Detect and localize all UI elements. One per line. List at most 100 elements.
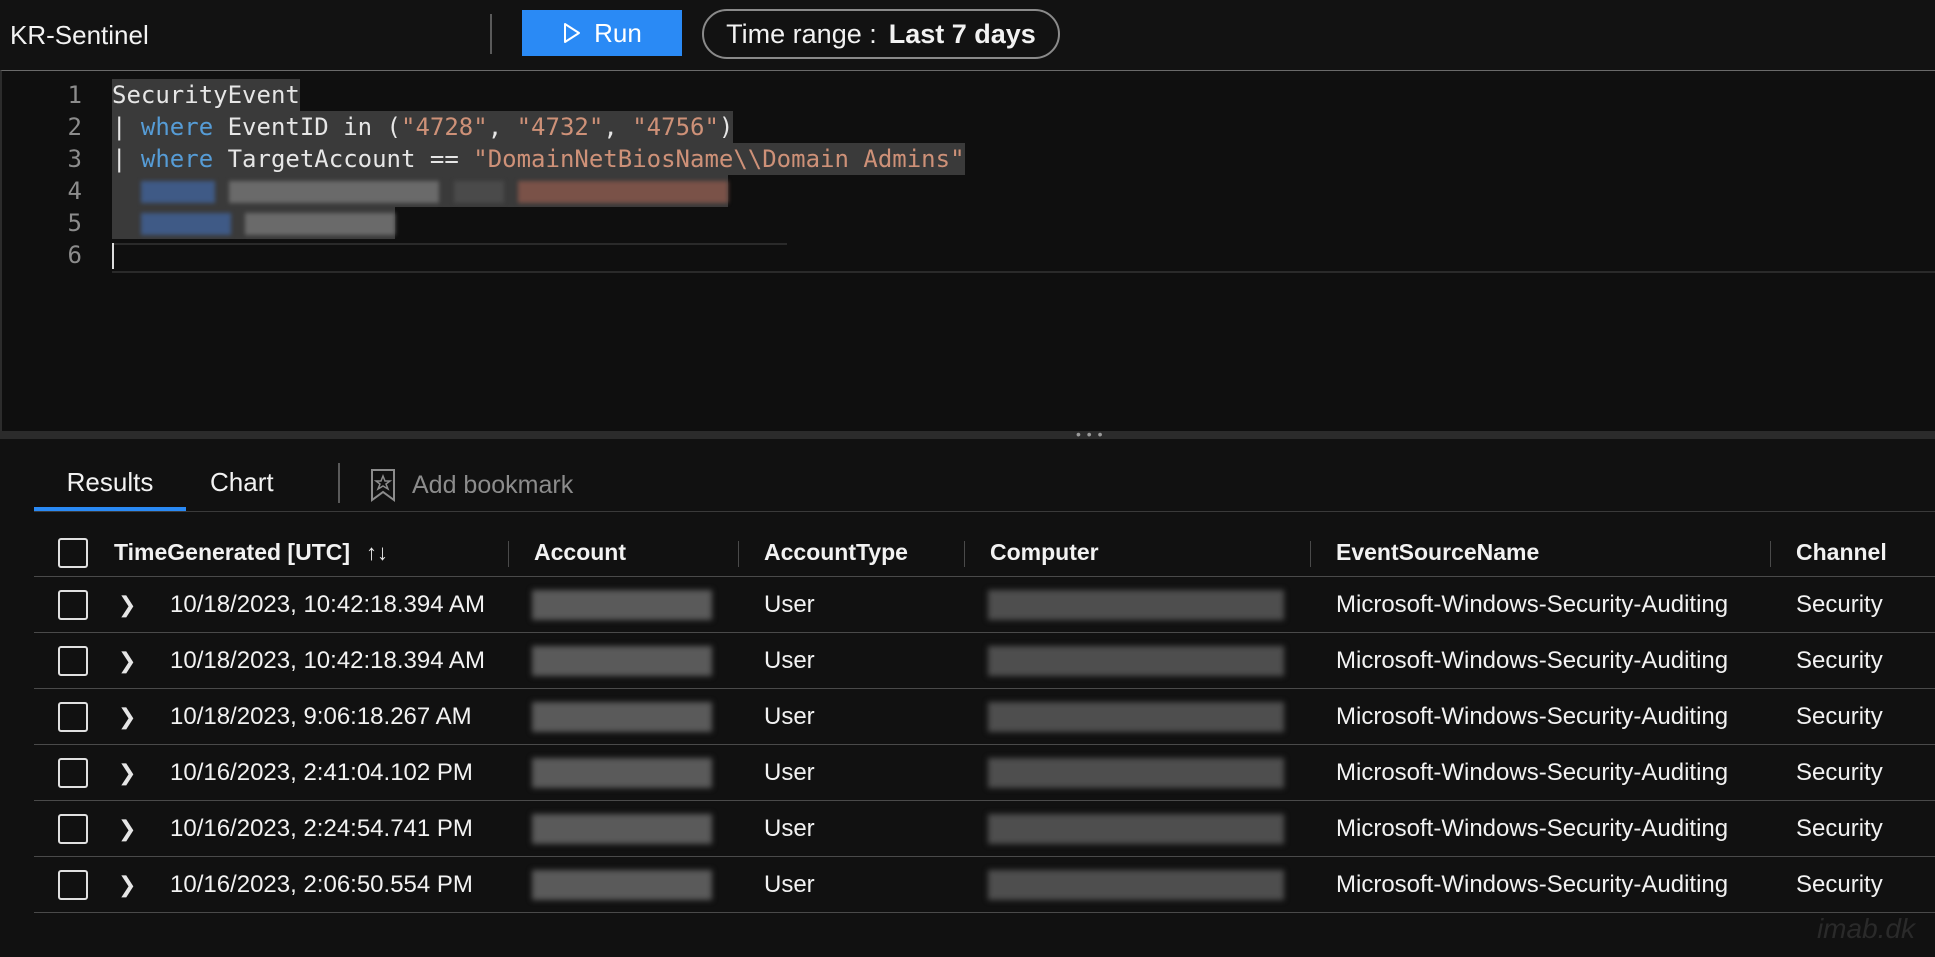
chevron-right-icon[interactable]: ❯ <box>118 872 136 898</box>
cell-computer-redacted[interactable] <box>988 801 1284 856</box>
sort-icon[interactable]: ↑↓ <box>366 540 388 566</box>
cell-eventsourcename[interactable]: Microsoft-Windows-Security-Auditing <box>1336 801 1728 856</box>
row-checkbox-cell[interactable] <box>58 857 88 912</box>
row-checkbox[interactable] <box>58 701 88 732</box>
row-checkbox-cell[interactable] <box>58 745 88 800</box>
cell-timegenerated[interactable]: 10/16/2023, 2:24:54.741 PM <box>170 801 473 856</box>
column-header-accounttype[interactable]: AccountType <box>764 529 908 576</box>
column-divider[interactable] <box>964 541 965 567</box>
code-line-redacted[interactable]: 5 <box>2 207 1935 239</box>
tab-results[interactable]: Results <box>34 459 186 511</box>
expand-row-cell[interactable]: ❯ <box>118 689 136 744</box>
cell-eventsourcename[interactable]: Microsoft-Windows-Security-Auditing <box>1336 577 1728 632</box>
cell-computer-redacted[interactable] <box>988 633 1284 688</box>
chevron-right-icon[interactable]: ❯ <box>118 760 136 786</box>
cell-channel[interactable]: Security <box>1796 633 1883 688</box>
add-bookmark-button[interactable]: Add bookmark <box>368 463 573 507</box>
cell-account-redacted[interactable] <box>532 689 712 744</box>
code-line-redacted[interactable]: 4 <box>2 175 1935 207</box>
row-checkbox-cell[interactable] <box>58 801 88 856</box>
column-header-timegenerated[interactable]: TimeGenerated [UTC] ↑↓ <box>114 529 388 576</box>
table-row[interactable]: ❯ 10/16/2023, 2:06:50.554 PM User Micros… <box>34 857 1935 913</box>
chevron-right-icon[interactable]: ❯ <box>118 704 136 730</box>
run-button[interactable]: Run <box>522 10 682 56</box>
select-all-checkbox-cell[interactable] <box>58 529 88 576</box>
column-header-computer[interactable]: Computer <box>990 529 1099 576</box>
row-checkbox-cell[interactable] <box>58 689 88 744</box>
code-text[interactable]: | where EventID in ("4728", "4732", "475… <box>112 111 734 143</box>
cell-eventsourcename[interactable]: Microsoft-Windows-Security-Auditing <box>1336 857 1728 912</box>
cell-account-redacted[interactable] <box>532 577 712 632</box>
cell-channel[interactable]: Security <box>1796 689 1883 744</box>
column-header-account[interactable]: Account <box>534 529 626 576</box>
expand-row-cell[interactable]: ❯ <box>118 801 136 856</box>
row-checkbox[interactable] <box>58 757 88 788</box>
time-range-picker[interactable]: Time range : Last 7 days <box>702 9 1060 59</box>
column-divider[interactable] <box>508 541 509 567</box>
chevron-right-icon[interactable]: ❯ <box>118 816 136 842</box>
table-row[interactable]: ❯ 10/16/2023, 2:24:54.741 PM User Micros… <box>34 801 1935 857</box>
add-bookmark-label: Add bookmark <box>412 470 574 499</box>
cell-accounttype[interactable]: User <box>764 745 815 800</box>
cell-eventsourcename[interactable]: Microsoft-Windows-Security-Auditing <box>1336 745 1728 800</box>
row-checkbox[interactable] <box>58 645 88 676</box>
cell-accounttype[interactable]: User <box>764 577 815 632</box>
table-row[interactable]: ❯ 10/18/2023, 10:42:18.394 AM User Micro… <box>34 633 1935 689</box>
table-row[interactable]: ❯ 10/16/2023, 2:41:04.102 PM User Micros… <box>34 745 1935 801</box>
chevron-right-icon[interactable]: ❯ <box>118 592 136 618</box>
redacted-block <box>988 757 1284 788</box>
cell-channel[interactable]: Security <box>1796 857 1883 912</box>
row-checkbox-cell[interactable] <box>58 633 88 688</box>
cell-account-redacted[interactable] <box>532 633 712 688</box>
code-line[interactable]: 1 SecurityEvent <box>2 79 1935 111</box>
cell-eventsourcename[interactable]: Microsoft-Windows-Security-Auditing <box>1336 633 1728 688</box>
cell-channel[interactable]: Security <box>1796 745 1883 800</box>
cell-channel[interactable]: Security <box>1796 801 1883 856</box>
cell-channel[interactable]: Security <box>1796 577 1883 632</box>
cell-computer-redacted[interactable] <box>988 857 1284 912</box>
cell-account-redacted[interactable] <box>532 857 712 912</box>
column-divider[interactable] <box>738 541 739 567</box>
code-text[interactable]: SecurityEvent <box>112 79 300 111</box>
code-line[interactable]: 6 <box>2 239 1935 271</box>
tab-chart[interactable]: Chart <box>210 459 300 511</box>
cell-accounttype[interactable]: User <box>764 633 815 688</box>
code-text[interactable]: | where TargetAccount == "DomainNetBiosN… <box>112 143 965 175</box>
cell-computer-redacted[interactable] <box>988 689 1284 744</box>
cell-accounttype[interactable]: User <box>764 801 815 856</box>
select-all-checkbox[interactable] <box>58 537 88 568</box>
chevron-right-icon[interactable]: ❯ <box>118 648 136 674</box>
cell-computer-redacted[interactable] <box>988 577 1284 632</box>
table-row[interactable]: ❯ 10/18/2023, 10:42:18.394 AM User Micro… <box>34 577 1935 633</box>
code-line[interactable]: 2 | where EventID in ("4728", "4732", "4… <box>2 111 1935 143</box>
column-header-channel[interactable]: Channel <box>1796 529 1887 576</box>
cell-eventsourcename[interactable]: Microsoft-Windows-Security-Auditing <box>1336 689 1728 744</box>
cell-account-redacted[interactable] <box>532 745 712 800</box>
string-literal: "DomainNetBiosName\\Domain Admins" <box>473 145 965 173</box>
expand-row-cell[interactable]: ❯ <box>118 633 136 688</box>
cell-timegenerated[interactable]: 10/16/2023, 2:06:50.554 PM <box>170 857 473 912</box>
pane-splitter[interactable] <box>0 431 1935 439</box>
cell-accounttype[interactable]: User <box>764 689 815 744</box>
row-checkbox[interactable] <box>58 869 88 900</box>
row-checkbox[interactable] <box>58 813 88 844</box>
cell-timegenerated[interactable]: 10/18/2023, 9:06:18.267 AM <box>170 689 472 744</box>
cell-account-redacted[interactable] <box>532 801 712 856</box>
code-line[interactable]: 3 | where TargetAccount == "DomainNetBio… <box>2 143 1935 175</box>
column-header-eventsourcename[interactable]: EventSourceName <box>1336 529 1539 576</box>
column-divider[interactable] <box>1310 541 1311 567</box>
string-literal: "4728" <box>401 113 488 141</box>
query-editor[interactable]: 1 SecurityEvent 2 | where EventID in ("4… <box>0 70 1935 432</box>
expand-row-cell[interactable]: ❯ <box>118 577 136 632</box>
expand-row-cell[interactable]: ❯ <box>118 857 136 912</box>
column-divider[interactable] <box>1770 541 1771 567</box>
cell-timegenerated[interactable]: 10/18/2023, 10:42:18.394 AM <box>170 633 485 688</box>
cell-accounttype[interactable]: User <box>764 857 815 912</box>
row-checkbox[interactable] <box>58 589 88 620</box>
row-checkbox-cell[interactable] <box>58 577 88 632</box>
cell-computer-redacted[interactable] <box>988 745 1284 800</box>
expand-row-cell[interactable]: ❯ <box>118 745 136 800</box>
cell-timegenerated[interactable]: 10/18/2023, 10:42:18.394 AM <box>170 577 485 632</box>
table-row[interactable]: ❯ 10/18/2023, 9:06:18.267 AM User Micros… <box>34 689 1935 745</box>
cell-timegenerated[interactable]: 10/16/2023, 2:41:04.102 PM <box>170 745 473 800</box>
